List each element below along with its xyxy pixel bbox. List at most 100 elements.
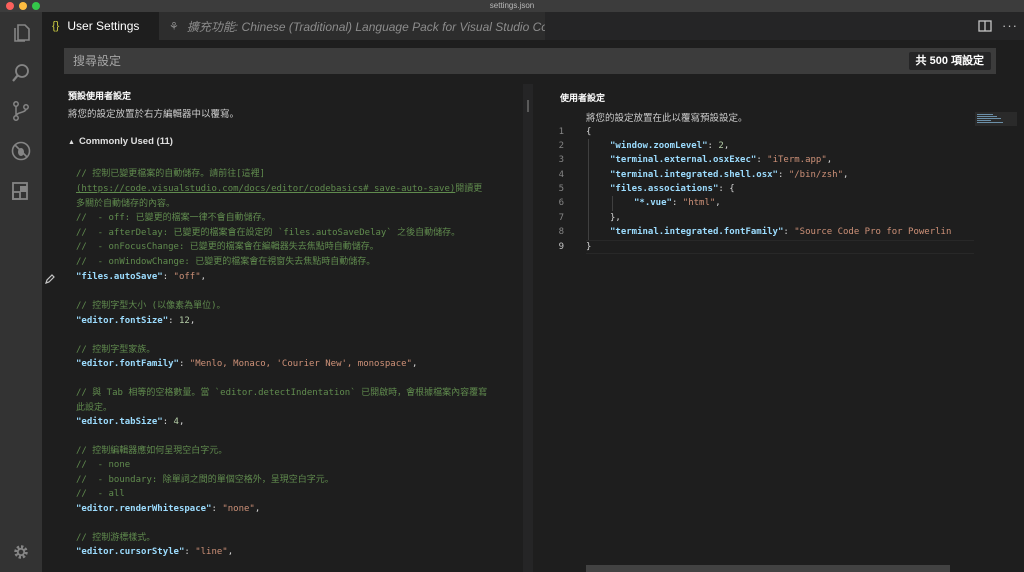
user-settings-description: 將您的設定放置在此以覆寫預設設定。	[586, 113, 748, 124]
edit-pencil-icon[interactable]	[45, 271, 55, 284]
pane-separator[interactable]	[523, 84, 533, 572]
setting-value: "off"	[173, 272, 201, 282]
code-comment: // - afterDelay: 已變更的檔案會在設定的 `files.auto…	[76, 228, 461, 238]
setting-value: "Source Code Pro for Powerlin	[794, 227, 952, 237]
code-brace: }	[586, 242, 592, 252]
line-number: 9	[558, 242, 564, 252]
line-number: 8	[558, 227, 564, 237]
settings-count-badge: 共 500 項設定	[908, 52, 991, 70]
search-icon[interactable]	[10, 62, 32, 84]
line-number: 5	[558, 184, 564, 194]
setting-key: "editor.renderWhitespace"	[76, 504, 212, 514]
setting-key: "files.associations"	[610, 184, 719, 194]
split-editor-icon[interactable]	[978, 19, 992, 33]
line-number: 7	[558, 213, 564, 223]
tab-user-settings[interactable]: {} User Settings	[42, 12, 159, 40]
setting-key: "editor.tabSize"	[76, 417, 163, 427]
setting-line: "editor.fontFamily": "Menlo, Monaco, 'Co…	[76, 359, 418, 369]
json-file-icon: {}	[52, 20, 60, 32]
files-icon[interactable]	[10, 22, 32, 44]
setting-value: 12	[178, 316, 190, 326]
setting-line: "editor.tabSize": 4,	[76, 417, 185, 427]
code-comment: // 控制編輯器應如何呈現空白字元。	[76, 446, 228, 456]
code-comment: 此設定。	[76, 403, 113, 413]
title-bar: settings.json	[0, 0, 1024, 12]
setting-line: "terminal.integrated.fontFamily": "Sourc…	[610, 227, 952, 237]
activity-bar	[0, 12, 42, 572]
setting-key: "files.autoSave"	[76, 272, 163, 282]
collapse-caret-icon: ▲	[68, 139, 75, 146]
setting-key: "editor.fontSize"	[76, 316, 169, 326]
setting-key: "terminal.integrated.fontFamily"	[610, 227, 784, 237]
default-settings-title: 預設使用者設定	[68, 91, 132, 101]
code-comment: // 控制字型大小 (以像素為單位)。	[76, 301, 226, 311]
debug-icon[interactable]	[10, 140, 32, 162]
extensions-icon[interactable]	[10, 180, 32, 202]
setting-key: "editor.cursorStyle"	[76, 547, 185, 557]
setting-line: "editor.cursorStyle": "line",	[76, 547, 234, 557]
extension-icon: ⚘	[169, 20, 179, 33]
tab-extension-language-pack[interactable]: ⚘ 擴充功能: Chinese (Traditional) Language P…	[159, 12, 545, 40]
code-brace: },	[610, 213, 621, 223]
source-control-icon[interactable]	[10, 100, 32, 122]
setting-key: "*.vue"	[634, 198, 672, 208]
gear-icon[interactable]	[10, 541, 32, 563]
line-number: 6	[558, 198, 564, 208]
vertical-scrollbar[interactable]	[1017, 112, 1024, 572]
code-comment: // - onFocusChange: 已變更的檔案會在編輯器失去焦點時自動儲存…	[76, 242, 379, 252]
settings-search: 共 500 項設定	[64, 48, 996, 74]
setting-value: "Menlo, Monaco, 'Courier New', monospace…	[189, 359, 412, 369]
setting-line: "window.zoomLevel": 2,	[610, 141, 730, 151]
horizontal-scrollbar[interactable]	[586, 565, 950, 572]
setting-value: "html"	[682, 198, 716, 208]
setting-line: "editor.renderWhitespace": "none",	[76, 504, 261, 514]
line-number: 3	[558, 155, 564, 165]
setting-line: "files.autoSave": "off",	[76, 272, 207, 282]
tab-label: 擴充功能: Chinese (Traditional) Language Pac…	[186, 19, 545, 34]
code-comment: // 與 Tab 相等的空格數量。當 `editor.detectIndenta…	[76, 388, 488, 398]
commonly-used-group[interactable]: ▲ Commonly Used (11)	[68, 136, 173, 147]
search-input[interactable]	[65, 49, 905, 73]
setting-line: "*.vue": "html",	[634, 198, 721, 208]
code-comment: // 控制字型家族。	[76, 345, 156, 355]
code-comment: 閱讀更	[455, 184, 483, 194]
more-actions-icon[interactable]: ···	[1002, 18, 1018, 33]
setting-value: "none"	[222, 504, 255, 514]
setting-line: "terminal.external.osxExec": "iTerm.app"…	[610, 155, 833, 165]
setting-value: "line"	[195, 547, 228, 557]
setting-key: "terminal.external.osxExec"	[610, 155, 757, 165]
user-settings-title: 使用者設定	[560, 93, 606, 103]
default-settings-description: 將您的設定放置於右方編輯器中以覆寫。	[68, 109, 240, 120]
code-comment: // - none	[76, 460, 131, 470]
setting-value: "/bin/zsh"	[788, 170, 844, 180]
current-line-highlight	[586, 240, 974, 254]
line-number: 1	[558, 127, 564, 137]
setting-line: "files.associations": {	[610, 184, 735, 194]
code-comment: // 控制游標樣式。	[76, 533, 156, 543]
code-comment: // 控制已變更檔案的自動儲存。請前往[這裡]	[76, 169, 266, 179]
code-comment: 多關於自動儲存的內容。	[76, 199, 176, 209]
code-comment: // - all	[76, 489, 125, 499]
indent-guide	[588, 139, 589, 240]
code-comment-link: (https://code.visualstudio.com/docs/edit…	[76, 182, 482, 196]
code-comment: // - onWindowChange: 已變更的檔案會在視窗失去焦點時自動儲存…	[76, 257, 376, 267]
tab-bar: {} User Settings ⚘ 擴充功能: Chinese (Tradit…	[42, 12, 1024, 40]
setting-line: "editor.fontSize": 12,	[76, 316, 196, 326]
minimap[interactable]	[975, 112, 1017, 126]
code-brace: {	[586, 127, 592, 137]
setting-key: "window.zoomLevel"	[610, 141, 708, 151]
indent-guide	[612, 196, 613, 211]
setting-line: "terminal.integrated.shell.osx": "/bin/z…	[610, 170, 849, 180]
code-comment: // - boundary: 除單詞之間的單個空格外，呈現空白字元。	[76, 475, 334, 485]
line-number: 4	[558, 170, 564, 180]
sash-handle	[527, 100, 529, 112]
group-label: Commonly Used (11)	[78, 136, 173, 147]
window-title: settings.json	[489, 1, 535, 10]
code-comment: // - off: 已變更的檔案一律不會自動儲存。	[76, 213, 271, 223]
tab-label: User Settings	[67, 19, 140, 33]
setting-key: "editor.fontFamily"	[76, 359, 179, 369]
docs-link[interactable]: (https://code.visualstudio.com/docs/edit…	[76, 184, 455, 194]
line-number: 2	[558, 141, 564, 151]
setting-value: "iTerm.app"	[767, 155, 827, 165]
setting-key: "terminal.integrated.shell.osx"	[610, 170, 778, 180]
